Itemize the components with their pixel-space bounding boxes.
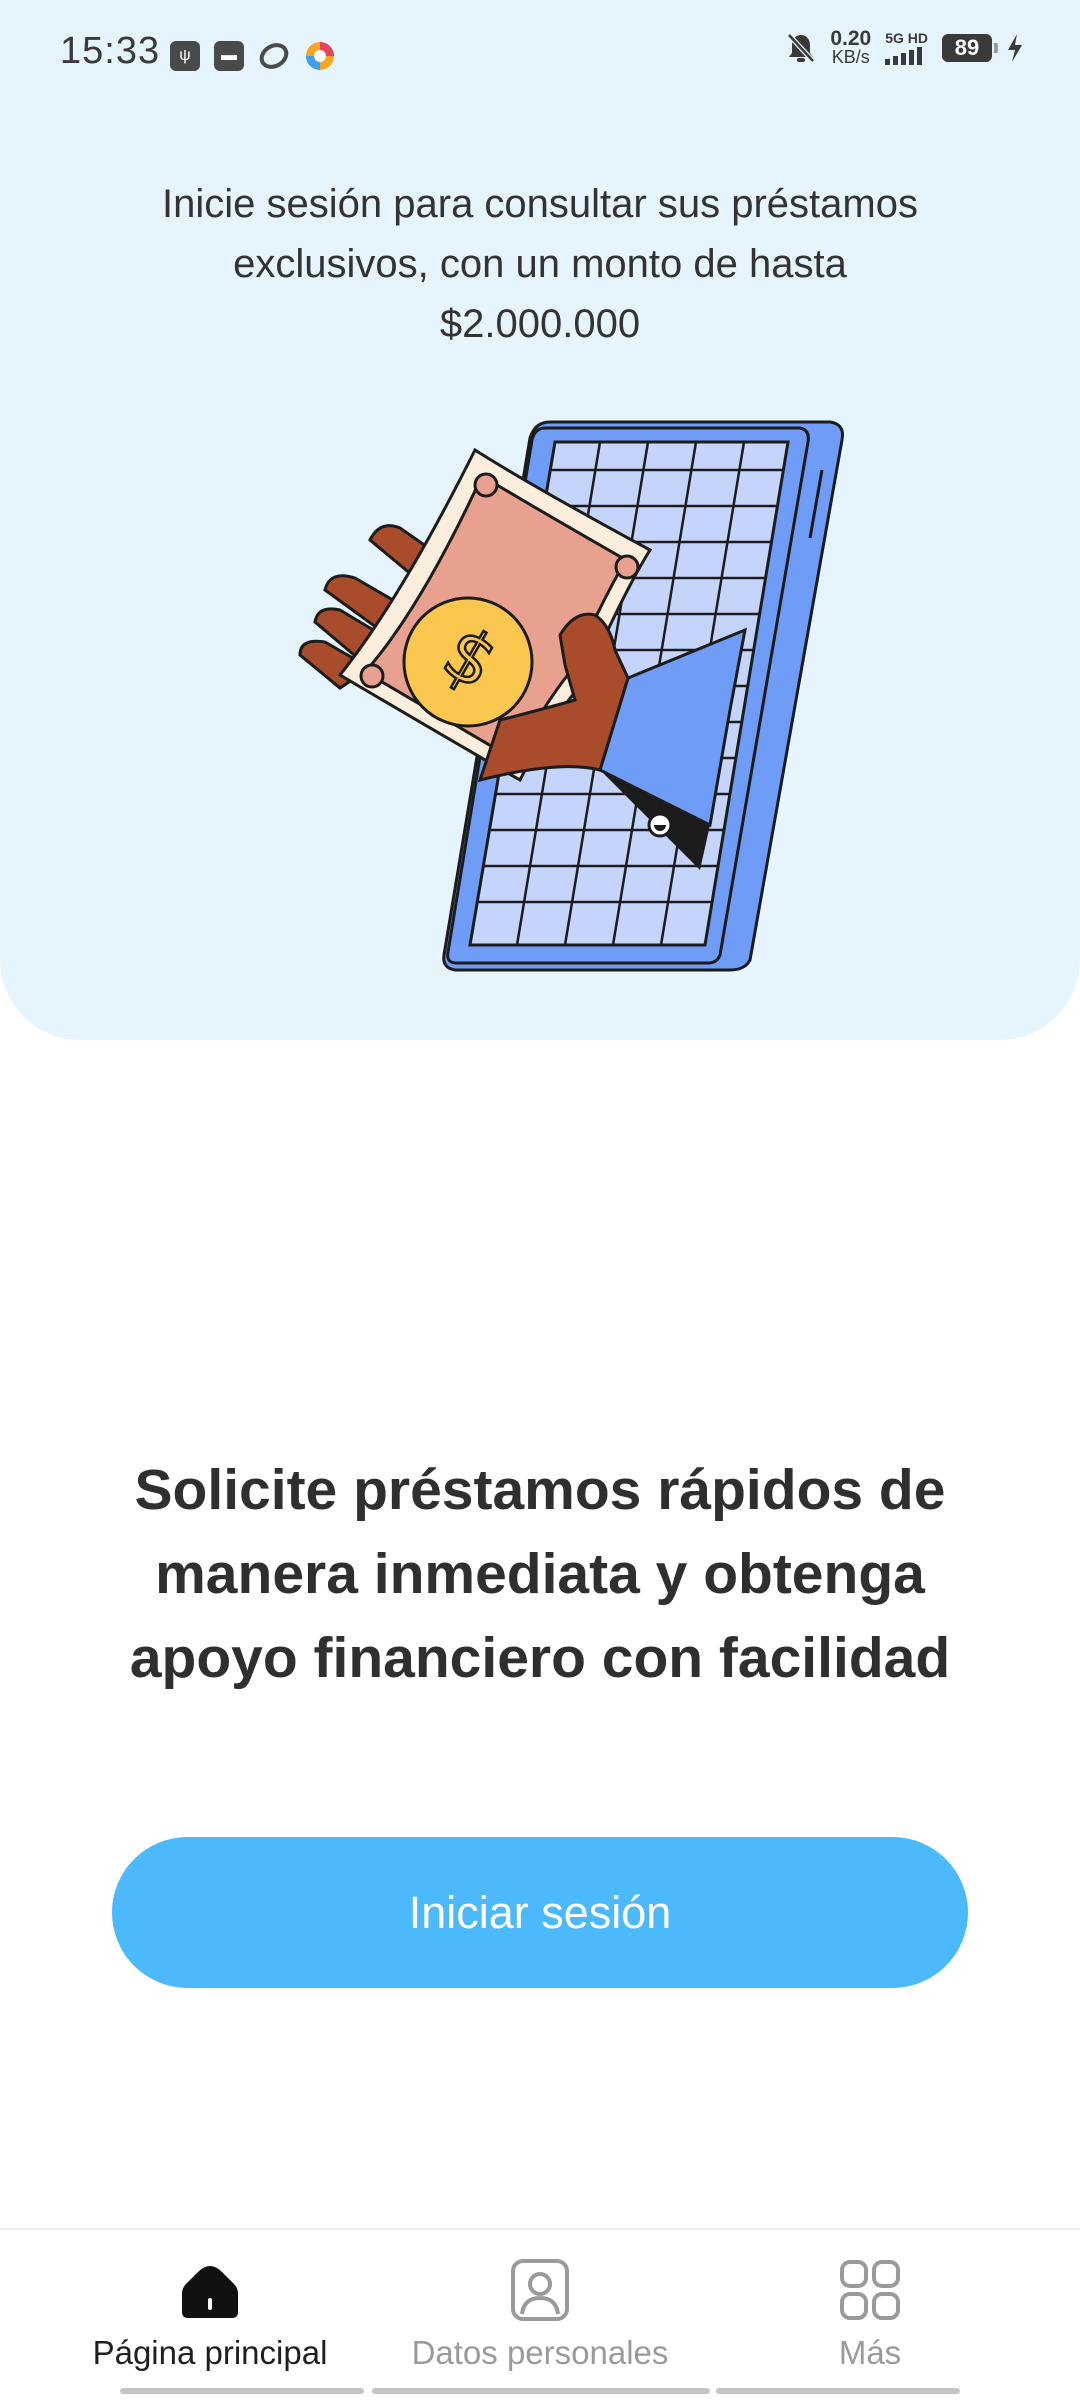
nav-label-home: Página principal <box>92 2334 328 2371</box>
grid-icon <box>840 2260 900 2320</box>
status-bar: 15:33 ψ ▬ 0.20 KB/s 5G HD 89 <box>0 0 1080 112</box>
network-speed-unit: KB/s <box>831 47 870 67</box>
usb-icon: ψ <box>170 41 200 71</box>
browser-icon <box>306 42 334 70</box>
loan-illustration: $ <box>298 420 844 972</box>
signal-indicator: 5G HD <box>885 31 928 65</box>
bottom-navigation: Página principal Datos personales Más <box>0 2228 1080 2400</box>
network-speed-value: 0.20 <box>830 27 872 50</box>
home-icon <box>182 2266 238 2318</box>
nav-item-home[interactable]: Página principal <box>90 2230 330 2380</box>
mute-bell-icon <box>787 33 816 63</box>
person-icon <box>511 2259 569 2321</box>
status-time: 15:33 <box>60 30 161 72</box>
signal-label: 5G HD <box>885 30 928 46</box>
notification-icons: ψ ▬ <box>170 40 336 72</box>
network-speed: 0.20 KB/s <box>830 27 872 67</box>
nav-item-personal-data[interactable]: Datos personales <box>400 2230 680 2380</box>
app-screen: 15:33 ψ ▬ 0.20 KB/s 5G HD 89 Inicie sesi… <box>0 0 1080 2400</box>
gesture-segment <box>372 2388 710 2394</box>
hero-description: Inicie sesión para consultar sus préstam… <box>162 182 918 346</box>
nav-label-personal-data: Datos personales <box>411 2334 669 2371</box>
message-icon: ▬ <box>214 41 244 71</box>
charging-icon <box>1008 34 1022 62</box>
system-indicators: 0.20 KB/s 5G HD 89 <box>786 27 1024 67</box>
headline: Solicite préstamos rápidos de manera inm… <box>129 1458 951 1690</box>
nav-label-more: Más <box>838 2334 902 2371</box>
gesture-bar <box>120 2388 960 2394</box>
login-button[interactable]: Iniciar sesión <box>112 1837 968 1988</box>
signal-bars-icon <box>885 45 923 65</box>
battery-indicator: 89 <box>942 34 998 62</box>
gesture-segment <box>716 2388 960 2394</box>
gesture-segment <box>120 2388 364 2394</box>
nav-item-more[interactable]: Más <box>790 2230 950 2380</box>
app-icon <box>259 43 289 69</box>
